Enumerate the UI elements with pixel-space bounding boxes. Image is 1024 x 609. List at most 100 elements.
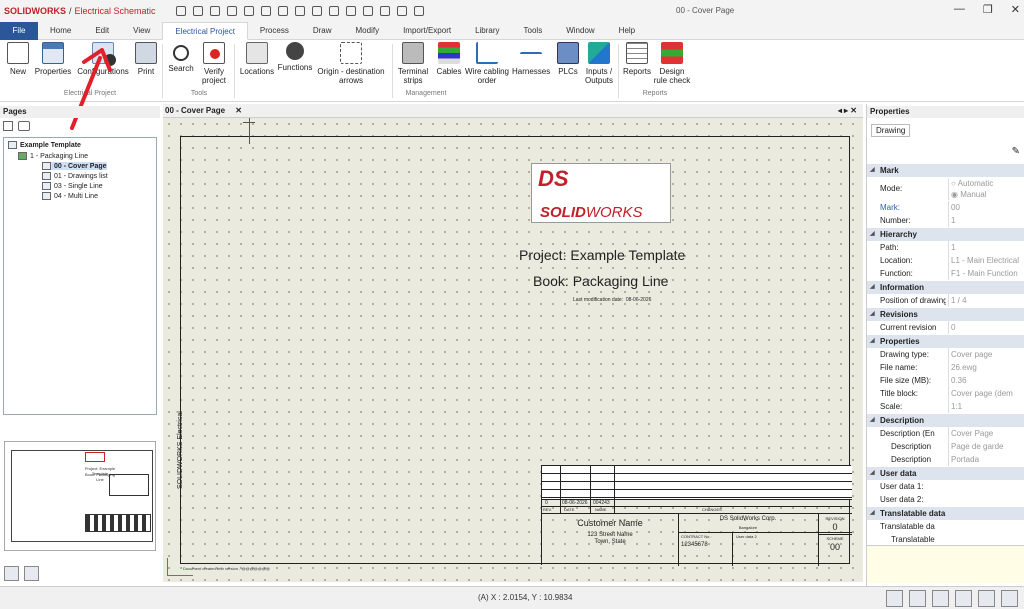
folder-icon[interactable] [3,121,13,131]
description-fr-row[interactable]: Description Page de garde [867,440,1024,453]
function-row[interactable]: Function: F1 - Main Function [867,267,1024,280]
undo-icon[interactable] [244,6,254,16]
functions-button[interactable]: Functions [276,42,314,72]
page-view-icon[interactable] [18,121,30,131]
snap-icon[interactable] [932,590,949,607]
tab-window[interactable]: Window [554,22,606,40]
tab-modify[interactable]: Modify [344,22,392,40]
minimize-button[interactable]: — [954,3,965,16]
cut-icon[interactable] [278,6,288,16]
new-doc-icon[interactable] [176,6,186,16]
edit-icon[interactable]: ✎ [1012,146,1020,157]
pan-icon[interactable] [380,6,390,16]
tab-view[interactable]: View [121,22,162,40]
tree-page-single-line[interactable]: 03 - Single Line [42,182,103,190]
selection-icon[interactable] [978,590,995,607]
section-user-data[interactable]: User data [867,467,1024,480]
zoom-fit-icon[interactable] [397,6,407,16]
tab-import-export[interactable]: Import/Export [391,22,463,40]
drawing-type-row[interactable]: Drawing type: Cover page [867,348,1024,361]
section-information[interactable]: Information [867,281,1024,294]
mode-manual-radio[interactable]: Manual [960,190,986,199]
tab-scroll-icon[interactable]: ◂ ▸ ✕ [838,104,857,118]
section-translatable[interactable]: Translatable data [867,507,1024,520]
page-preview[interactable]: Project: Example Template Book: Packagin… [4,441,156,551]
close-button[interactable]: ✕ [1011,3,1020,16]
print-icon[interactable] [227,6,237,16]
current-revision-row[interactable]: Current revision 0 [867,321,1024,334]
refresh-icon[interactable] [24,566,39,581]
settings-icon[interactable] [414,6,424,16]
verify-project-button[interactable]: Verify project [198,42,230,85]
tab-draw[interactable]: Draw [301,22,344,40]
tab-electrical-project[interactable]: Electrical Project [162,22,248,40]
title-block-row[interactable]: Title block: Cover page (dem [867,387,1024,400]
position-row[interactable]: Position of drawing 1 / 4 [867,294,1024,307]
tab-process[interactable]: Process [248,22,301,40]
inputs-outputs-button[interactable]: Inputs / Outputs [582,42,616,85]
tree-root[interactable]: Example Template [8,141,81,149]
zoom-out-icon[interactable] [346,6,356,16]
group-label-reports: Reports [642,90,668,97]
section-description[interactable]: Description [867,414,1024,427]
design-rule-check-button[interactable]: Design rule check [652,42,692,85]
maximize-button[interactable]: ❐ [983,3,993,16]
preview-viewport[interactable] [109,474,149,496]
scale-row[interactable]: Scale: 1:1 [867,400,1024,413]
zoom-preview-icon[interactable] [4,566,19,581]
print-button[interactable]: Print [134,42,158,76]
tab-help[interactable]: Help [607,22,647,40]
user-data-1-row[interactable]: User data 1: [867,480,1024,493]
section-properties[interactable]: Properties [867,335,1024,348]
terminal-strips-button[interactable]: Terminal strips [396,42,430,85]
save-all-icon[interactable] [210,6,220,16]
number-row[interactable]: Number: 1 [867,214,1024,227]
tab-file[interactable]: File [0,22,38,40]
mode-automatic-radio[interactable]: Automatic [958,179,994,188]
tree-page-multi-line[interactable]: 04 - Multi Line [42,192,98,200]
mark-row[interactable]: Mark: 00 [867,201,1024,214]
reports-button[interactable]: Reports [621,42,653,76]
tab-tools[interactable]: Tools [512,22,555,40]
user-data-2-row[interactable]: User data 2: [867,493,1024,506]
lineweight-icon[interactable] [955,590,972,607]
description-es-row[interactable]: Description Portada [867,453,1024,466]
wire-cabling-order-button[interactable]: Wire cabling order [464,42,510,85]
harnesses-button[interactable]: Harnesses [512,42,550,76]
customize-icon[interactable] [1001,590,1018,607]
cables-button[interactable]: Cables [434,42,464,76]
translatable-row-1[interactable]: Translatable da [867,520,1024,533]
new-button[interactable]: New [6,42,30,76]
search-button[interactable]: Search [166,42,196,73]
close-tab-icon[interactable]: ✕ [235,106,242,115]
file-name-row[interactable]: File name: 26.ewg [867,361,1024,374]
copy-icon[interactable] [295,6,305,16]
tab-edit[interactable]: Edit [83,22,121,40]
drawing-tab[interactable]: Drawing [871,124,911,137]
file-size-row[interactable]: File size (MB): 0.36 [867,374,1024,387]
locations-button[interactable]: Locations [238,42,276,76]
section-hierarchy[interactable]: Hierarchy [867,228,1024,241]
path-row[interactable]: Path: 1 [867,241,1024,254]
zoom-window-icon[interactable] [363,6,373,16]
tree-page-cover[interactable]: 00 - Cover Page [42,162,107,170]
zoom-in-icon[interactable] [329,6,339,16]
annotation-arrow [70,48,112,130]
tab-home[interactable]: Home [38,22,83,40]
ortho-icon[interactable] [909,590,926,607]
tree-page-drawings-list[interactable]: 01 - Drawings list [42,172,108,180]
description-en-row[interactable]: Description (En Cover Page [867,427,1024,440]
tree-book[interactable]: 1 - Packaging Line [18,152,88,160]
location-row[interactable]: Location: L1 - Main Electrical [867,254,1024,267]
paste-icon[interactable] [312,6,322,16]
save-icon[interactable] [193,6,203,16]
section-mark[interactable]: Mark [867,164,1024,177]
document-tab[interactable]: 00 - Cover Page [165,106,225,115]
redo-icon[interactable] [261,6,271,16]
tab-library[interactable]: Library [463,22,511,40]
plcs-button[interactable]: PLCs [554,42,582,76]
section-revisions[interactable]: Revisions [867,308,1024,321]
grid-icon[interactable] [886,590,903,607]
drawing-canvas[interactable]: DS SOLIDWORKS Project: Example Template … [163,118,863,582]
origin-destination-button[interactable]: Origin - destination arrows [316,42,386,85]
